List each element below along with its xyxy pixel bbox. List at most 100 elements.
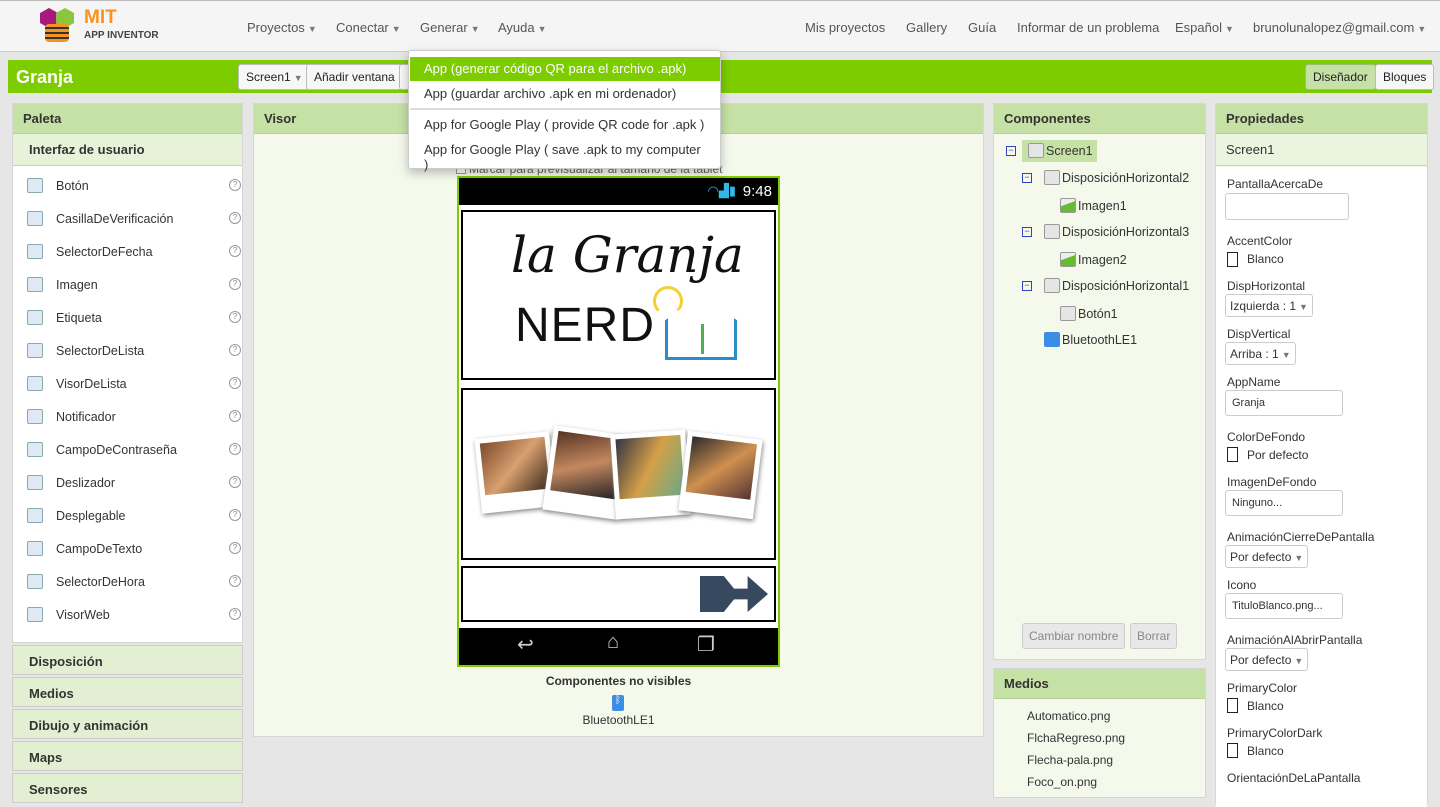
component-tree-item[interactable]: BluetoothLE1 bbox=[1038, 329, 1141, 351]
palette-item[interactable]: Imagen? bbox=[27, 275, 241, 297]
button1-arrow[interactable] bbox=[461, 566, 776, 622]
image1-logo[interactable]: la Granja NERD bbox=[461, 210, 776, 380]
component-tree-item[interactable]: Screen1 bbox=[1022, 140, 1097, 162]
blocks-button[interactable]: Bloques bbox=[1375, 64, 1435, 90]
palette-item[interactable]: Desplegable? bbox=[27, 506, 241, 528]
palette-category[interactable]: Sensores bbox=[12, 773, 243, 803]
designer-button[interactable]: Diseñador bbox=[1305, 64, 1376, 90]
help-icon[interactable]: ? bbox=[229, 179, 241, 191]
collapse-toggle[interactable]: − bbox=[1006, 146, 1016, 156]
collapse-toggle[interactable]: − bbox=[1022, 281, 1032, 291]
valign-select[interactable]: Arriba : 1 ▼ bbox=[1225, 342, 1296, 365]
palette-item[interactable]: SelectorDeHora? bbox=[27, 572, 241, 594]
user-menu[interactable]: brunolunalopez@gmail.com ▼ bbox=[1253, 20, 1426, 35]
primary-dark-color-swatch[interactable] bbox=[1227, 743, 1238, 758]
delete-button[interactable]: Borrar bbox=[1130, 623, 1178, 649]
collapse-toggle[interactable]: − bbox=[1022, 173, 1032, 183]
menu-conectar[interactable]: Conectar ▼ bbox=[336, 20, 401, 35]
palette-item[interactable]: CampoDeContraseña? bbox=[27, 440, 241, 462]
component-tree-item[interactable]: Botón1 bbox=[1054, 303, 1122, 325]
help-icon[interactable]: ? bbox=[229, 575, 241, 587]
component-icon bbox=[27, 277, 43, 292]
help-icon[interactable]: ? bbox=[229, 509, 241, 521]
open-anim-select[interactable]: Por defecto ▼ bbox=[1225, 648, 1309, 671]
project-title: Granja bbox=[16, 67, 74, 87]
screen-select[interactable]: Screen1 ▼ bbox=[238, 64, 311, 90]
component-icon bbox=[27, 178, 43, 193]
recents-icon: ❐ bbox=[697, 634, 715, 656]
component-icon bbox=[27, 376, 43, 391]
link-guia[interactable]: Guía bbox=[968, 20, 996, 35]
palette-category[interactable]: Maps bbox=[12, 741, 243, 771]
menu-ayuda[interactable]: Ayuda ▼ bbox=[498, 20, 547, 35]
appname-input[interactable]: Granja bbox=[1225, 390, 1343, 416]
about-screen-textarea[interactable] bbox=[1225, 193, 1349, 220]
app-inventor-logo[interactable]: MIT APP INVENTOR bbox=[36, 6, 166, 46]
palette-item[interactable]: VisorDeLista? bbox=[27, 374, 241, 396]
menu-proyectos[interactable]: Proyectos ▼ bbox=[247, 20, 317, 35]
primary-dark-color-value[interactable]: Blanco bbox=[1247, 744, 1284, 758]
palette-item[interactable]: Botón? bbox=[27, 176, 241, 198]
bg-color-value[interactable]: Por defecto bbox=[1247, 448, 1308, 462]
media-file[interactable]: Flecha-pala.png bbox=[1027, 753, 1113, 767]
help-icon[interactable]: ? bbox=[229, 311, 241, 323]
close-anim-select[interactable]: Por defecto ▼ bbox=[1225, 545, 1309, 568]
menu-item-play-qr[interactable]: App for Google Play ( provide QR code fo… bbox=[410, 113, 720, 137]
help-icon[interactable]: ? bbox=[229, 245, 241, 257]
icon-input[interactable]: TituloBlanco.png... bbox=[1225, 593, 1343, 619]
palette-item[interactable]: VisorWeb? bbox=[27, 605, 241, 627]
palette-item[interactable]: Deslizador? bbox=[27, 473, 241, 495]
media-file[interactable]: Automatico.png bbox=[1027, 709, 1110, 723]
palette-item[interactable]: Notificador? bbox=[27, 407, 241, 429]
help-icon[interactable]: ? bbox=[229, 344, 241, 356]
accent-color-swatch[interactable] bbox=[1227, 252, 1238, 267]
halign-select[interactable]: Izquierda : 1 ▼ bbox=[1225, 294, 1313, 317]
collapse-toggle[interactable]: − bbox=[1022, 227, 1032, 237]
help-icon[interactable]: ? bbox=[229, 608, 241, 620]
rename-button[interactable]: Cambiar nombre bbox=[1022, 623, 1126, 649]
palette-category[interactable]: Disposición bbox=[12, 645, 243, 675]
component-icon bbox=[27, 508, 43, 523]
language-menu[interactable]: Español ▼ bbox=[1175, 20, 1234, 35]
component-tree-item[interactable]: Imagen2 bbox=[1054, 249, 1131, 271]
menu-item-play-save[interactable]: App for Google Play ( save .apk to my co… bbox=[410, 138, 720, 172]
palette-item[interactable]: CampoDeTexto? bbox=[27, 539, 241, 561]
primary-color-swatch[interactable] bbox=[1227, 698, 1238, 713]
component-tree-item[interactable]: DisposiciónHorizontal1 bbox=[1038, 275, 1193, 297]
add-screen-button[interactable]: Añadir ventana bbox=[306, 64, 403, 90]
help-icon[interactable]: ? bbox=[229, 542, 241, 554]
palette-section-ui[interactable]: Interfaz de usuario bbox=[13, 134, 242, 166]
palette-category[interactable]: Medios bbox=[12, 677, 243, 707]
nonvisible-bluetooth[interactable]: BluetoothLE1 bbox=[254, 713, 983, 727]
image2-photos[interactable] bbox=[461, 388, 776, 560]
link-report-problem[interactable]: Informar de un problema bbox=[1017, 20, 1159, 35]
bg-color-swatch[interactable] bbox=[1227, 447, 1238, 462]
status-bar: ◠▟▮ 9:48 bbox=[459, 178, 778, 205]
help-icon[interactable]: ? bbox=[229, 410, 241, 422]
palette-item[interactable]: Etiqueta? bbox=[27, 308, 241, 330]
help-icon[interactable]: ? bbox=[229, 278, 241, 290]
help-icon[interactable]: ? bbox=[229, 476, 241, 488]
help-icon[interactable]: ? bbox=[229, 443, 241, 455]
component-tree-item[interactable]: DisposiciónHorizontal2 bbox=[1038, 167, 1193, 189]
palette-item[interactable]: SelectorDeFecha? bbox=[27, 242, 241, 264]
component-tree-item[interactable]: DisposiciónHorizontal3 bbox=[1038, 221, 1193, 243]
palette-item[interactable]: CasillaDeVerificación? bbox=[27, 209, 241, 231]
menu-item-apk-qr[interactable]: App (generar código QR para el archivo .… bbox=[410, 57, 720, 81]
help-icon[interactable]: ? bbox=[229, 377, 241, 389]
media-file[interactable]: FlchaRegreso.png bbox=[1027, 731, 1125, 745]
accent-color-value[interactable]: Blanco bbox=[1247, 252, 1284, 266]
media-file[interactable]: Foco_on.png bbox=[1027, 775, 1097, 789]
menu-generar[interactable]: Generar ▼ bbox=[420, 20, 480, 35]
link-gallery[interactable]: Gallery bbox=[906, 20, 947, 35]
components-title: Componentes bbox=[994, 104, 1205, 134]
palette-item[interactable]: SelectorDeLista? bbox=[27, 341, 241, 363]
menu-divider bbox=[410, 108, 720, 110]
menu-item-apk-save[interactable]: App (guardar archivo .apk en mi ordenado… bbox=[410, 82, 720, 106]
help-icon[interactable]: ? bbox=[229, 212, 241, 224]
component-tree-item[interactable]: Imagen1 bbox=[1054, 195, 1131, 217]
palette-category[interactable]: Dibujo y animación bbox=[12, 709, 243, 739]
primary-color-value[interactable]: Blanco bbox=[1247, 699, 1284, 713]
bg-image-input[interactable]: Ninguno... bbox=[1225, 490, 1343, 516]
link-mis-proyectos[interactable]: Mis proyectos bbox=[805, 20, 885, 35]
